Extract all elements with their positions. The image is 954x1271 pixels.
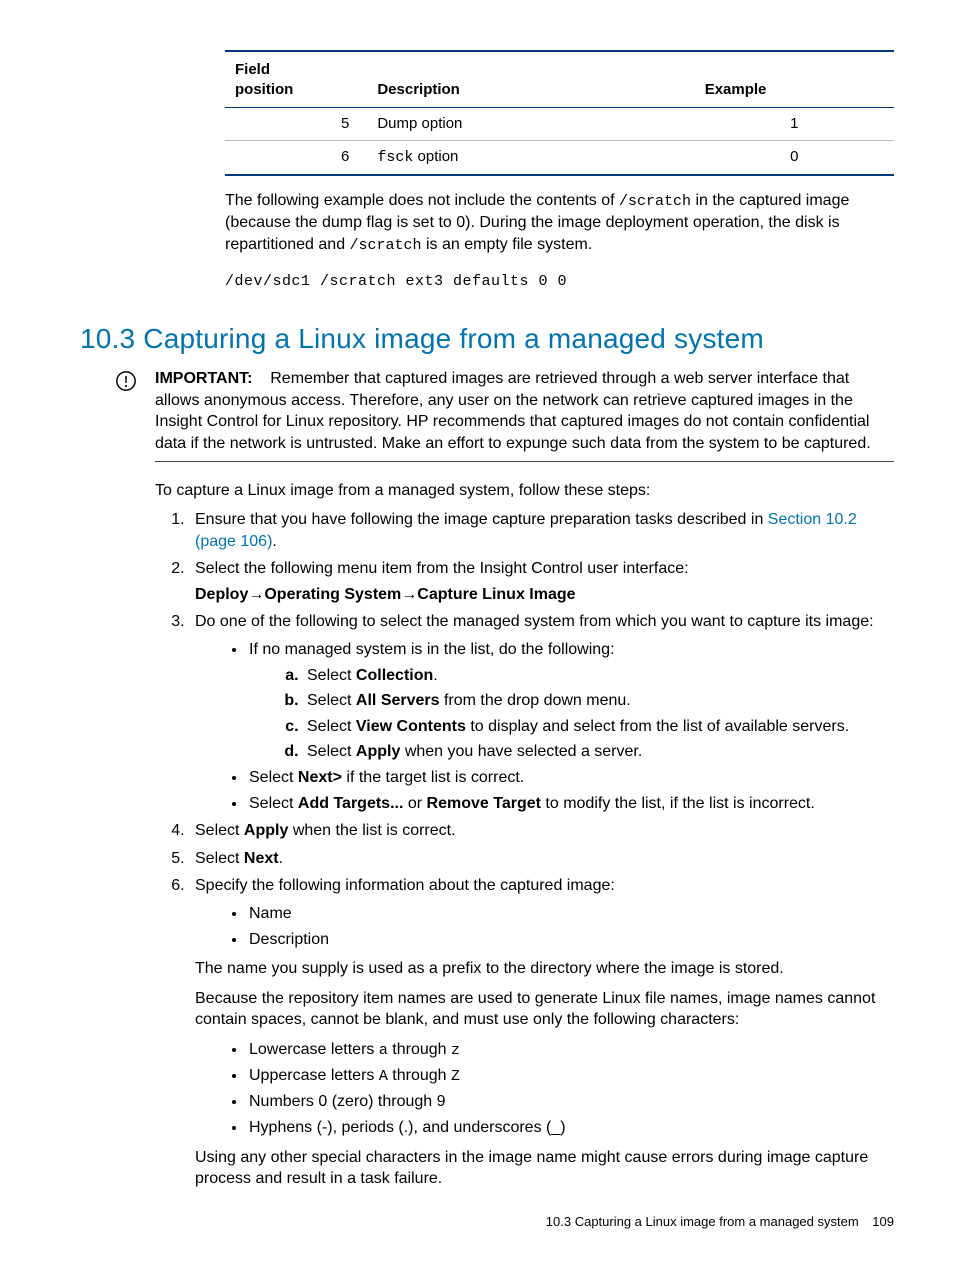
- table-row: 5 Dump option 1: [225, 107, 894, 140]
- bullet-numbers: Numbers 0 (zero) through 9: [247, 1091, 894, 1113]
- substeps-alpha: Select Collection. Select All Servers fr…: [277, 665, 894, 763]
- step6-para1: The name you supply is used as a prefix …: [195, 958, 894, 980]
- th-example: Example: [695, 51, 894, 107]
- substep-c: Select View Contents to display and sele…: [303, 716, 894, 738]
- substep-b: Select All Servers from the drop down me…: [303, 690, 894, 712]
- table-row: 6 fsck option 0: [225, 140, 894, 175]
- step-3: Do one of the following to select the ma…: [189, 611, 894, 814]
- steps-intro: To capture a Linux image from a managed …: [155, 480, 894, 502]
- page-number: 109: [872, 1214, 894, 1229]
- page: Field position Description Example 5 Dum…: [0, 0, 954, 1271]
- bullet-description: Description: [247, 929, 894, 951]
- step6-char-rules: Lowercase letters a through z Uppercase …: [225, 1039, 894, 1139]
- page-footer: 10.3 Capturing a Linux image from a mana…: [546, 1213, 894, 1231]
- bullet-no-system: If no managed system is in the list, do …: [247, 639, 894, 763]
- important-text: Remember that captured images are retrie…: [155, 370, 871, 452]
- bullet-lowercase: Lowercase letters a through z: [247, 1039, 894, 1061]
- substep-a: Select Collection.: [303, 665, 894, 687]
- th-line2: position: [235, 81, 293, 98]
- cell-desc: fsck option: [367, 140, 694, 175]
- bullet-name: Name: [247, 903, 894, 925]
- step-6: Specify the following information about …: [189, 875, 894, 1189]
- fields-table-wrap: Field position Description Example 5 Dum…: [225, 50, 894, 176]
- step6-para2: Because the repository item names are us…: [195, 988, 894, 1031]
- divider: [155, 461, 894, 462]
- important-callout: IMPORTANT: Remember that captured images…: [115, 368, 894, 454]
- step-5: Select Next.: [189, 848, 894, 870]
- section-heading: 10.3 Capturing a Linux image from a mana…: [80, 320, 894, 358]
- cell-pos: 5: [225, 107, 367, 140]
- step-2: Select the following menu item from the …: [189, 558, 894, 605]
- bullet-uppercase: Uppercase letters A through Z: [247, 1065, 894, 1087]
- steps-list: Ensure that you have following the image…: [155, 509, 894, 1190]
- th-description: Description: [367, 51, 694, 107]
- th-field-position: Field position: [225, 51, 367, 107]
- step3-bullets: If no managed system is in the list, do …: [225, 639, 894, 814]
- fields-table: Field position Description Example 5 Dum…: [225, 50, 894, 176]
- important-icon: [115, 370, 145, 399]
- bullet-punct: Hyphens (-), periods (.), and underscore…: [247, 1117, 894, 1139]
- footer-section-title: 10.3 Capturing a Linux image from a mana…: [546, 1214, 859, 1229]
- step6-para3: Using any other special characters in th…: [195, 1147, 894, 1190]
- cell-ex: 1: [695, 107, 894, 140]
- important-label: IMPORTANT:: [155, 370, 252, 387]
- substep-d: Select Apply when you have selected a se…: [303, 741, 894, 763]
- cell-ex: 0: [695, 140, 894, 175]
- bullet-add-remove: Select Add Targets... or Remove Target t…: [247, 793, 894, 815]
- cell-desc: Dump option: [367, 107, 694, 140]
- bullet-next: Select Next> if the target list is corre…: [247, 767, 894, 789]
- paragraph-scratch-note: The following example does not include t…: [225, 190, 894, 256]
- step6-name-desc: Name Description: [225, 903, 894, 950]
- cell-pos: 6: [225, 140, 367, 175]
- step-1: Ensure that you have following the image…: [189, 509, 894, 552]
- th-line1: Field: [235, 61, 270, 78]
- step-4: Select Apply when the list is correct.: [189, 820, 894, 842]
- code-fstab-line: /dev/sdc1 /scratch ext3 defaults 0 0: [225, 272, 894, 292]
- important-body: IMPORTANT: Remember that captured images…: [145, 368, 894, 454]
- menu-path: Deploy→Operating System→Capture Linux Im…: [195, 584, 894, 606]
